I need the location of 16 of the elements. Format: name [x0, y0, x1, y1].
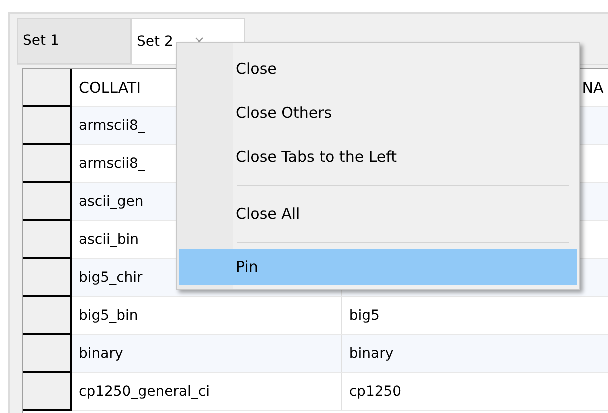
- table-cell: binary: [72, 335, 342, 372]
- row-header[interactable]: [23, 107, 72, 145]
- row-header[interactable]: [23, 297, 72, 335]
- table-cell: binary: [342, 335, 608, 372]
- tab[interactable]: Set 1: [17, 18, 131, 64]
- table-cell: big5_bin: [72, 297, 342, 334]
- table-cell: big5: [342, 297, 608, 334]
- table-cell: cp1250_general_ci: [72, 373, 342, 410]
- row-header[interactable]: [23, 373, 72, 411]
- table-cell: cp1250: [342, 373, 608, 410]
- row-header[interactable]: [23, 221, 72, 259]
- menu-item[interactable]: Pin: [179, 249, 577, 285]
- row-header[interactable]: [23, 335, 72, 373]
- row-header[interactable]: [23, 145, 72, 183]
- row-header[interactable]: [23, 183, 72, 221]
- row-header[interactable]: [23, 259, 72, 297]
